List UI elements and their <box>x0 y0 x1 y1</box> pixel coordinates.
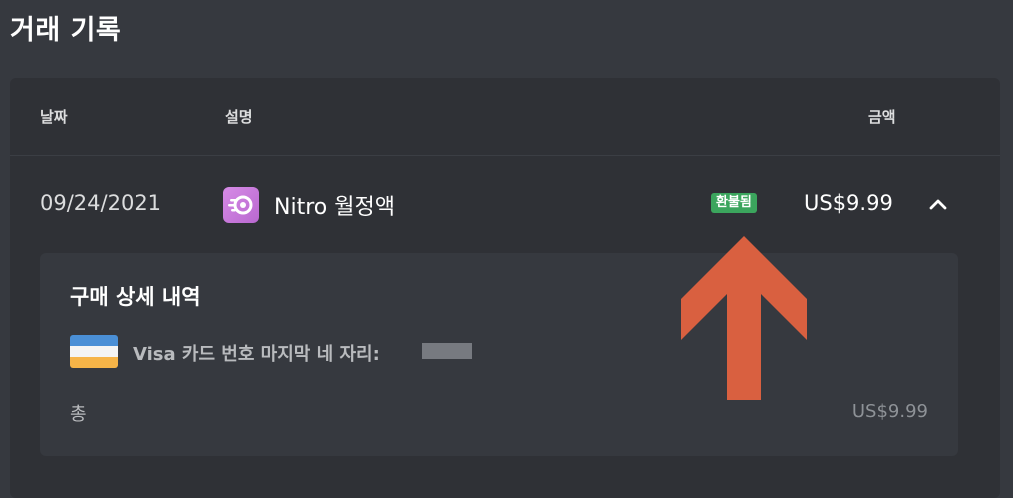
total-value: US$9.99 <box>851 401 928 422</box>
chevron-up-icon[interactable] <box>926 192 950 216</box>
purchase-details-title: 구매 상세 내역 <box>70 285 201 309</box>
column-header-date: 날짜 <box>40 108 68 126</box>
arrow-up-icon <box>681 236 807 400</box>
nitro-icon <box>223 187 259 223</box>
header-divider <box>10 155 1000 156</box>
column-header-description: 설명 <box>225 108 253 126</box>
card-icon <box>70 335 118 368</box>
column-header-amount: 금액 <box>868 108 896 126</box>
card-number-mask <box>422 343 472 359</box>
payment-method-text: Visa 카드 번호 마지막 네 자리: <box>133 344 380 365</box>
total-label: 총 <box>70 404 87 425</box>
purchase-details-card: 구매 상세 내역 Visa 카드 번호 마지막 네 자리: 총 US$9.99 <box>40 253 958 456</box>
refunded-status-badge: 환불됨 <box>711 193 757 213</box>
transaction-description: Nitro 월정액 <box>274 195 395 220</box>
nitro-logo-icon <box>228 195 253 215</box>
transaction-date: 09/24/2021 <box>40 191 162 215</box>
page-title: 거래 기록 <box>10 15 122 46</box>
transactions-panel: 날짜 설명 금액 09/24/2021 Nitro 월정액 환불됨 US$9.9… <box>10 78 1000 498</box>
transaction-amount: US$9.99 <box>804 191 893 215</box>
